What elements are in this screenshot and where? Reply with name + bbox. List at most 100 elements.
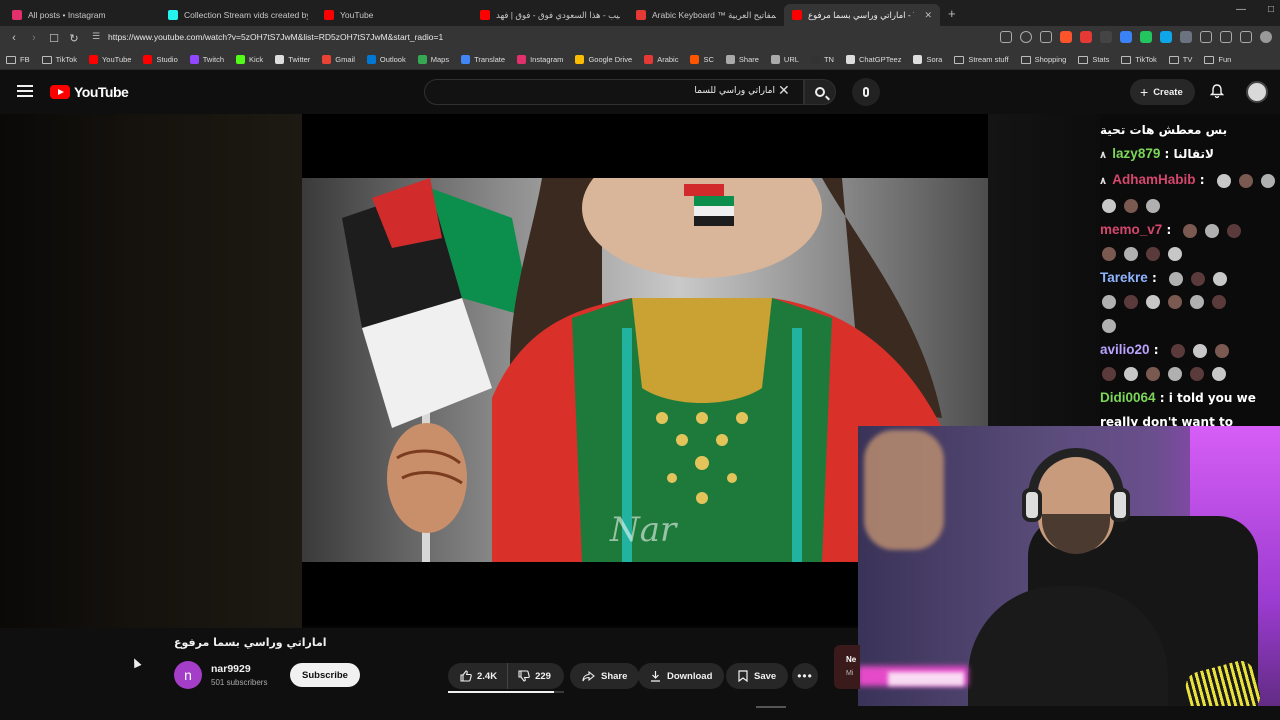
chat-badge-icon: ٨ — [1100, 150, 1107, 161]
bookmark-item[interactable]: Instagram — [517, 55, 563, 64]
music-icon[interactable] — [1240, 31, 1252, 43]
url-field[interactable]: https://www.youtube.com/watch?v=5zOH7tS7… — [108, 32, 443, 42]
bookmark-item[interactable]: SC — [690, 55, 714, 64]
bookmark-item[interactable]: Kick — [236, 55, 263, 64]
chat-emote-icon — [1124, 247, 1138, 261]
profile-icon[interactable] — [1260, 31, 1272, 43]
bookmark-item[interactable]: Twitter — [275, 55, 310, 64]
bookmark-item[interactable]: TN — [810, 55, 834, 64]
extension-e-icon[interactable] — [1180, 31, 1192, 43]
bookmark-item[interactable]: Sora — [913, 55, 942, 64]
bookmark-item[interactable]: Share — [725, 55, 759, 64]
chat-emote-icon — [1102, 319, 1116, 333]
bookmark-item[interactable]: YouTube — [88, 55, 131, 64]
close-tab-icon[interactable]: ✕ — [924, 10, 932, 21]
tab-title: YouTube — [340, 10, 374, 20]
chat-emote-icon — [1146, 199, 1160, 213]
bookmark-icon[interactable]: ☐ — [44, 32, 64, 45]
folder-icon — [1121, 55, 1132, 64]
bookmark-favicon-icon — [690, 55, 700, 64]
dislike-button[interactable]: 229 — [508, 663, 561, 689]
bookmark-item[interactable]: TikTok — [1121, 55, 1157, 64]
bookmark-item[interactable]: URL — [770, 55, 799, 64]
next-video-card[interactable]: Ne Mi — [834, 645, 860, 689]
chat-text: i told you we — [1168, 391, 1256, 405]
search-button[interactable] — [804, 79, 836, 105]
forward-icon[interactable]: › — [24, 32, 44, 44]
bookmark-label: ChatGPTeez — [858, 55, 902, 64]
site-info-icon[interactable]: ☰ — [92, 31, 100, 42]
bookmark-item[interactable]: Gmail — [322, 55, 355, 64]
menu-icon[interactable] — [17, 85, 33, 97]
bookmark-item[interactable]: Arabic — [644, 55, 678, 64]
clear-search-icon[interactable]: ✕ — [778, 82, 790, 99]
share-button[interactable]: Share — [570, 663, 640, 689]
minimize-icon[interactable]: — — [1236, 4, 1246, 15]
bookmark-item[interactable]: TikTok — [41, 55, 77, 64]
bookmark-item[interactable]: Stats — [1078, 55, 1109, 64]
bookmark-item[interactable]: Maps — [417, 55, 450, 64]
next-card-title: Ne — [846, 655, 857, 664]
bookmark-item[interactable]: FB — [6, 55, 30, 64]
brave-shield-icon[interactable] — [1060, 31, 1072, 43]
extension-d-icon[interactable] — [1160, 31, 1172, 43]
account-avatar[interactable] — [1246, 81, 1268, 103]
extensions-area — [1000, 31, 1272, 43]
like-ratio-bar — [448, 691, 564, 693]
browser-tab[interactable]: Collection Stream vids created by ka — [160, 4, 316, 26]
new-tab-button[interactable]: + — [940, 6, 964, 21]
chat-emote-icon — [1227, 223, 1242, 238]
bookmark-item[interactable]: ChatGPTeez — [845, 55, 902, 64]
bookmark-item[interactable]: TV — [1168, 55, 1192, 64]
youtube-logo[interactable]: YouTube — [50, 84, 129, 100]
notifications-bell-icon[interactable] — [1210, 84, 1224, 98]
bookmark-favicon-icon — [366, 55, 376, 64]
share-page-icon[interactable] — [1040, 31, 1052, 43]
subscribe-button[interactable]: Subscribe — [290, 663, 360, 687]
like-button[interactable]: 2.4K — [448, 663, 509, 689]
bookmark-item[interactable]: Shopping — [1020, 55, 1066, 64]
chat-message: memo_v7 : — [1100, 218, 1280, 242]
bookmark-item[interactable]: Studio — [143, 55, 178, 64]
browser-tab[interactable]: All posts • Instagram — [4, 4, 160, 26]
bookmark-label: Maps — [430, 55, 450, 64]
chat-username: Didi0064 — [1100, 390, 1156, 405]
bookmark-item[interactable]: Outlook — [366, 55, 406, 64]
tab-favicon-icon — [12, 10, 22, 20]
maximize-icon[interactable]: □ — [1268, 4, 1274, 15]
puzzle-icon[interactable] — [1200, 31, 1212, 43]
browser-tab[interactable]: اماراتي وراسي بسما مرفوع - Yo ✕ — [784, 4, 940, 26]
browser-tab[interactable]: كليب - هذا السعودي فوق - فوق | فهد — [472, 4, 628, 26]
bookmark-item[interactable]: Fun — [1204, 55, 1231, 64]
download-button[interactable]: Download — [638, 663, 725, 689]
extension-a-icon[interactable] — [1100, 31, 1112, 43]
bookmark-label: Stats — [1092, 55, 1110, 64]
search-input[interactable] — [435, 86, 775, 96]
create-button[interactable]: + Create — [1130, 79, 1195, 105]
browser-tab[interactable]: YouTube — [316, 4, 472, 26]
extension-b-icon[interactable] — [1120, 31, 1132, 43]
chat-message: بس معطش هات تحية — [1100, 123, 1228, 137]
channel-avatar[interactable]: n — [174, 661, 202, 689]
video-title: اماراتي وراسي بسما مرفوع — [174, 636, 327, 649]
channel-name[interactable]: nar9929 — [211, 663, 251, 675]
bookmark-item[interactable]: Translate — [461, 55, 505, 64]
bookmark-label: TikTok — [55, 55, 77, 64]
zoom-icon[interactable] — [1020, 31, 1032, 43]
bookmark-label: TikTok — [1135, 55, 1157, 64]
cast-icon[interactable] — [1000, 31, 1012, 43]
rewards-icon[interactable] — [1080, 31, 1092, 43]
bookmark-item[interactable]: Stream stuff — [954, 55, 1009, 64]
save-button[interactable]: Save — [726, 663, 789, 689]
extension-c-icon[interactable] — [1140, 31, 1152, 43]
back-icon[interactable]: ‹ — [4, 32, 24, 44]
stream-chat-overlay: بس معطش هات تحية ٨ lazy879 : لاتقالنا ٨ A… — [1100, 114, 1280, 428]
bookmark-item[interactable]: Google Drive — [575, 55, 632, 64]
voice-search-button[interactable] — [852, 78, 880, 106]
more-actions-button[interactable]: ••• — [792, 663, 818, 689]
bookmark-item[interactable]: Twitch — [189, 55, 224, 64]
search-box — [424, 79, 804, 105]
browser-tab[interactable]: Arabic Keyboard ™ لوحة المفاتيح العربية — [628, 4, 784, 26]
reload-icon[interactable]: ↻ — [64, 32, 84, 45]
sidebar-icon[interactable] — [1220, 31, 1232, 43]
